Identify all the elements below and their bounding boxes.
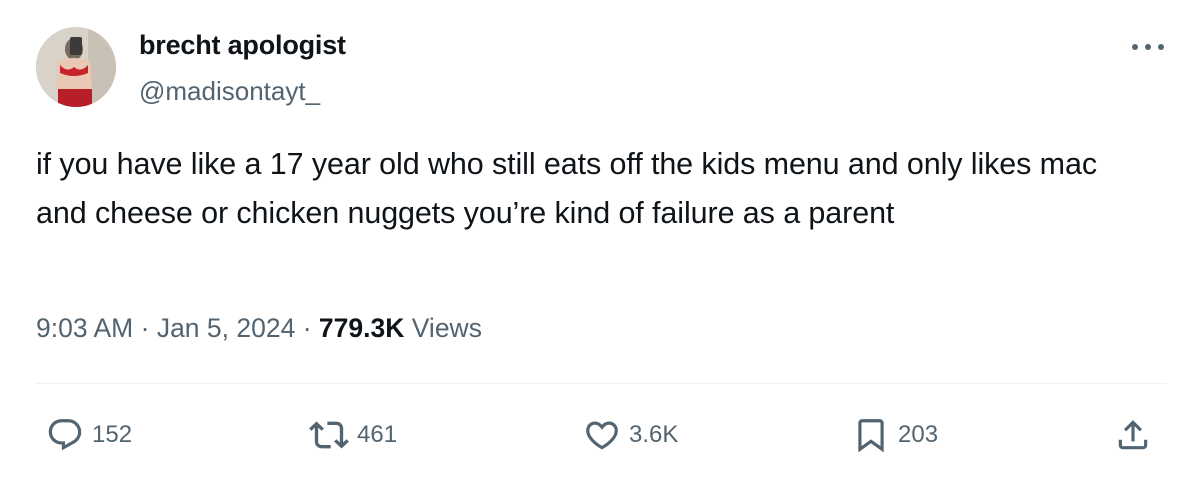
retweet-button[interactable]: 461 (309, 413, 397, 457)
like-count: 3.6K (629, 421, 679, 448)
bookmark-button[interactable]: 203 (852, 413, 938, 457)
reply-count: 152 (92, 421, 133, 448)
more-icon (1132, 44, 1164, 50)
views-label: Views (411, 313, 482, 343)
meta-separator: · (140, 313, 150, 343)
retweet-count: 461 (357, 421, 398, 448)
tweet-meta: 9:03 AM · Jan 5, 2024 · 779.3K Views (36, 313, 482, 344)
bookmark-icon (858, 419, 884, 453)
avatar[interactable] (36, 27, 116, 107)
tweet-time[interactable]: 9:03 AM (36, 313, 133, 343)
reply-icon (48, 419, 82, 451)
meta-separator: · (302, 313, 312, 343)
divider (36, 383, 1166, 384)
bookmark-count: 203 (898, 421, 939, 448)
display-name[interactable]: brecht apologist (139, 30, 346, 61)
reply-button[interactable]: 152 (46, 413, 132, 457)
views-count[interactable]: 779.3K (319, 313, 404, 343)
more-options-button[interactable] (1126, 32, 1170, 62)
share-icon (1118, 420, 1148, 450)
profile-photo-icon (36, 27, 116, 107)
like-button[interactable]: 3.6K (583, 413, 678, 457)
tweet-date[interactable]: Jan 5, 2024 (157, 313, 296, 343)
handle[interactable]: @madisontayt_ (139, 76, 320, 107)
share-button[interactable] (1114, 413, 1152, 457)
tweet-card: brecht apologist @madisontayt_ if you ha… (0, 0, 1200, 482)
retweet-icon (309, 421, 349, 449)
heart-icon (586, 421, 618, 450)
tweet-text: if you have like a 17 year old who still… (36, 147, 1097, 230)
